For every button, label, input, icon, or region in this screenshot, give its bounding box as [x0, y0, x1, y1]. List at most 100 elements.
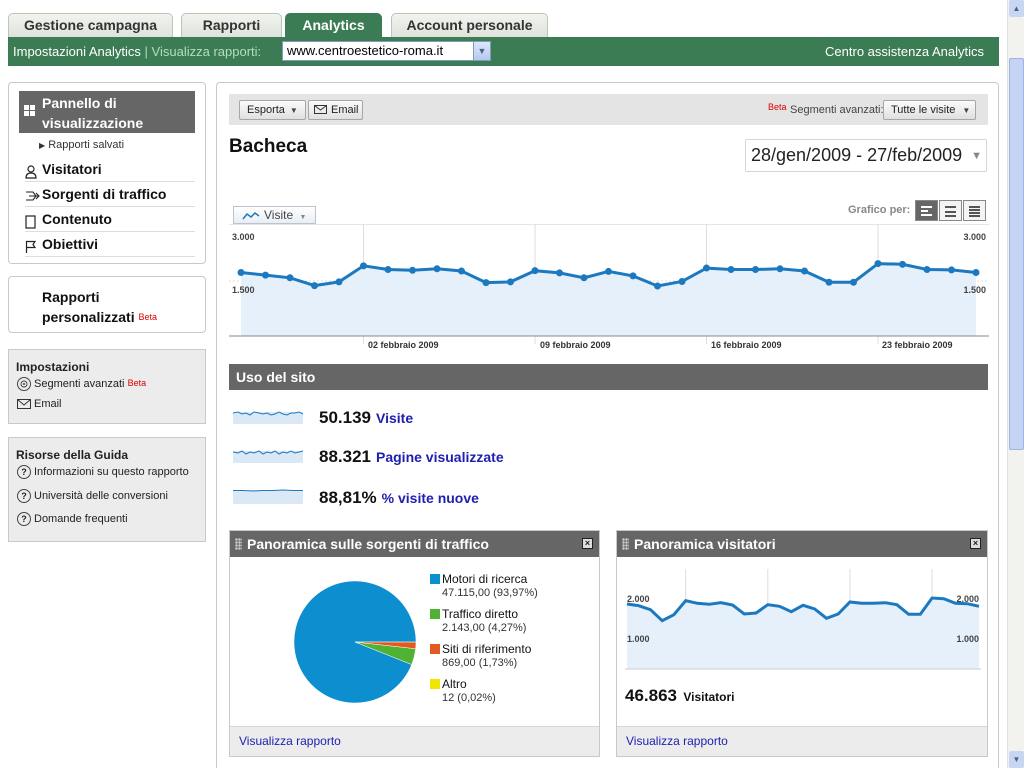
chart-point — [237, 269, 245, 277]
drag-handle-icon[interactable] — [622, 538, 629, 550]
main-content: Esporta ▼ Email Beta Segmenti avanzati: T… — [216, 82, 999, 768]
usage-link-visits[interactable]: Visite — [376, 410, 413, 426]
custom-reports-line2: personalizzati — [42, 309, 135, 325]
chart-point — [433, 265, 441, 273]
metric-selector[interactable]: Visite ▼ — [233, 206, 316, 224]
legend-item-search-engines: Motori di ricerca 47.115,00 (93,97%) — [430, 572, 538, 600]
usage-value: 88,81% % visite nuove — [319, 488, 479, 508]
help-link-about-report[interactable]: ? Informazioni su questo rapporto — [17, 465, 189, 479]
help-link-conversion-university[interactable]: ? Università delle conversioni — [17, 489, 168, 503]
chart-point — [531, 267, 539, 275]
chart-point — [286, 274, 294, 282]
caret-right-icon: ▶ — [39, 141, 46, 150]
chart-point — [262, 271, 269, 279]
segments-value: Tutte le visite — [891, 104, 956, 116]
visitors-total-value: 46.863 — [625, 686, 677, 705]
date-range-value: 28/gen/2009 - 27/feb/2009 — [751, 145, 963, 165]
dashboard-label-line1: Pannello di — [42, 95, 117, 111]
legend-value: 2.143,00 (4,27%) — [442, 622, 527, 634]
tab-analytics[interactable]: Analytics — [285, 13, 382, 37]
date-range-picker[interactable]: 28/gen/2009 - 27/feb/2009 ▼ — [745, 139, 987, 172]
chart-point — [507, 278, 514, 286]
line-chart-icon — [242, 212, 260, 220]
help-link-label: Informazioni su questo rapporto — [34, 466, 189, 478]
legend-label[interactable]: Motori di ricerca — [442, 572, 527, 586]
sidebar-item-label: Obiettivi — [42, 236, 99, 252]
site-select[interactable]: www.centroestetico-roma.it ▼ — [282, 41, 491, 61]
scroll-up-icon[interactable]: ▲ — [1009, 0, 1024, 17]
analytics-settings-link[interactable]: Impostazioni Analytics — [13, 44, 141, 59]
beta-badge: Beta — [138, 312, 157, 322]
graph-by-label: Grafico per: — [848, 204, 911, 216]
help-link-label: Università delle conversioni — [34, 490, 168, 502]
sidebar-item-label: Sorgenti di traffico — [42, 186, 167, 202]
scrollbar-thumb[interactable] — [1009, 58, 1024, 450]
usage-row-new-visits: 88,81% % visite nuove — [233, 486, 633, 510]
sidebar-item-visitors[interactable]: Visitatori — [25, 157, 195, 182]
custom-reports-link[interactable]: Rapporti personalizzati Beta — [42, 287, 157, 327]
close-icon[interactable]: × — [970, 538, 981, 549]
legend-label[interactable]: Siti di riferimento — [442, 642, 531, 656]
tab-gestione-campagna[interactable]: Gestione campagna — [8, 13, 173, 37]
chart-point — [335, 278, 343, 286]
view-reports-label: Visualizza rapporti: — [151, 44, 262, 59]
graph-by-month-button[interactable] — [963, 200, 986, 221]
legend-swatch — [430, 644, 440, 654]
export-button[interactable]: Esporta ▼ — [239, 100, 306, 120]
sidebar-nav: Pannello di visualizzazione ▶ Rapporti s… — [8, 82, 206, 264]
chart-point — [458, 267, 465, 275]
usage-value: 50.139 Visite — [319, 408, 413, 428]
visitors-total-label: Visitatori — [683, 690, 735, 704]
scroll-down-icon[interactable]: ▼ — [1009, 751, 1024, 768]
email-link[interactable]: Email — [17, 398, 62, 410]
segments-select[interactable]: Tutte le visite ▼ — [883, 100, 976, 120]
legend-label[interactable]: Traffico diretto — [442, 607, 518, 621]
help-center-link[interactable]: Centro assistenza Analytics — [825, 44, 984, 59]
y-tick-left-top: 3.000 — [232, 232, 255, 242]
dashboard-icon — [24, 105, 36, 117]
close-icon[interactable]: × — [582, 538, 593, 549]
usage-link-new-visits[interactable]: % visite nuove — [382, 490, 479, 506]
advanced-segments-link[interactable]: Segmenti avanzati Beta — [17, 377, 146, 391]
drag-handle-icon[interactable] — [235, 538, 242, 550]
chevron-down-icon[interactable]: ▼ — [971, 141, 982, 172]
view-report-link[interactable]: Visualizza rapporto — [617, 726, 987, 756]
page-scrollbar[interactable]: ▲ ▼ — [1007, 0, 1024, 768]
legend-swatch — [430, 574, 440, 584]
saved-reports-link[interactable]: ▶ Rapporti salvati — [39, 139, 124, 151]
view-report-link[interactable]: Visualizza rapporto — [230, 726, 599, 756]
legend-swatch — [430, 679, 440, 689]
sidebar-item-dashboard[interactable]: Pannello di visualizzazione — [19, 91, 195, 133]
legend-swatch — [430, 609, 440, 619]
graph-by-day-button[interactable] — [915, 200, 938, 221]
tab-account-personale[interactable]: Account personale — [391, 13, 548, 37]
tab-rapporti[interactable]: Rapporti — [181, 13, 282, 37]
chart-point — [752, 266, 759, 274]
sidebar-item-traffic-sources[interactable]: Sorgenti di traffico — [25, 182, 195, 207]
flag-icon — [25, 237, 37, 262]
chart-point — [482, 279, 490, 287]
help-link-faq[interactable]: ? Domande frequenti — [17, 512, 128, 526]
graph-by-week-button[interactable] — [939, 200, 962, 221]
traffic-sources-panel-header: Panoramica sulle sorgenti di traffico × — [230, 531, 599, 557]
chart-point — [409, 266, 416, 274]
chart-point — [629, 272, 637, 280]
sidebar-item-label: Contenuto — [42, 211, 112, 227]
usage-number: 88.321 — [319, 447, 371, 466]
page-title: Bacheca — [229, 136, 308, 157]
report-toolbar: Esporta ▼ Email Beta Segmenti avanzati: T… — [229, 94, 988, 125]
chevron-down-icon: ▼ — [289, 106, 298, 115]
sidebar-item-content[interactable]: Contenuto — [25, 207, 195, 232]
visitors-chart: 2.000 1.000 2.000 1.000 — [625, 569, 981, 670]
chevron-down-icon[interactable]: ▼ — [473, 42, 490, 60]
usage-row-visits: 50.139 Visite — [232, 406, 633, 430]
legend-label[interactable]: Altro — [442, 677, 467, 691]
email-button[interactable]: Email — [308, 100, 363, 120]
custom-reports-box[interactable]: Rapporti personalizzati Beta — [8, 276, 206, 333]
help-title: Risorse della Guida — [16, 448, 129, 462]
sparkline — [232, 411, 304, 424]
sidebar-item-goals[interactable]: Obiettivi — [25, 232, 195, 257]
usage-link-pageviews[interactable]: Pagine visualizzate — [376, 449, 504, 465]
site-usage-header: Uso del sito — [229, 364, 988, 390]
y-tick-left-top: 2.000 — [627, 594, 650, 604]
